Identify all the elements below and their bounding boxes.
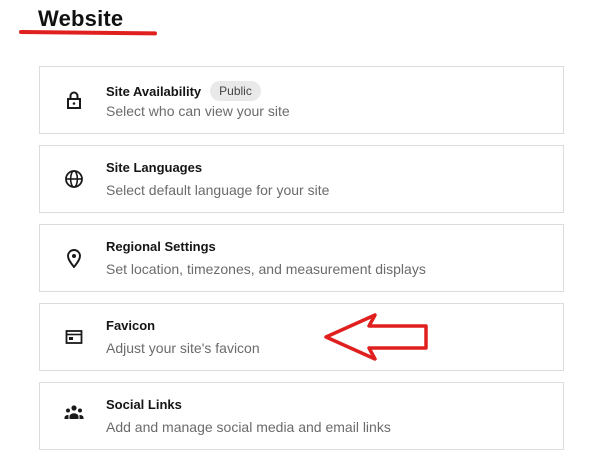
setting-title: Social Links [106,397,182,412]
setting-description: Set location, timezones, and measurement… [106,261,426,277]
favicon-icon [63,326,85,348]
setting-description: Select who can view your site [106,103,290,119]
lock-icon [63,89,85,111]
page-title: Website [38,6,124,31]
setting-title: Site Languages [106,160,203,175]
title-underline-annotation [18,30,158,36]
setting-description: Add and manage social media and email li… [106,419,391,435]
setting-title: Regional Settings [106,239,216,254]
location-pin-icon [63,247,85,269]
setting-site-availability[interactable]: Site Availability Public Select who can v… [39,66,564,134]
setting-regional-settings[interactable]: Regional Settings Set location, timezone… [39,224,564,292]
status-badge: Public [210,81,261,101]
setting-title: Favicon [106,318,156,333]
setting-title: Site Availability Public [106,81,261,101]
people-icon [63,401,85,423]
setting-favicon[interactable]: Favicon Adjust your site's favicon [39,303,564,371]
globe-icon [63,168,85,190]
setting-description: Select default language for your site [106,182,330,198]
setting-site-languages[interactable]: Site Languages Select default language f… [39,145,564,213]
red-arrow-annotation [324,313,428,361]
setting-description: Adjust your site's favicon [106,340,260,356]
setting-social-links[interactable]: Social Links Add and manage social media… [39,382,564,450]
